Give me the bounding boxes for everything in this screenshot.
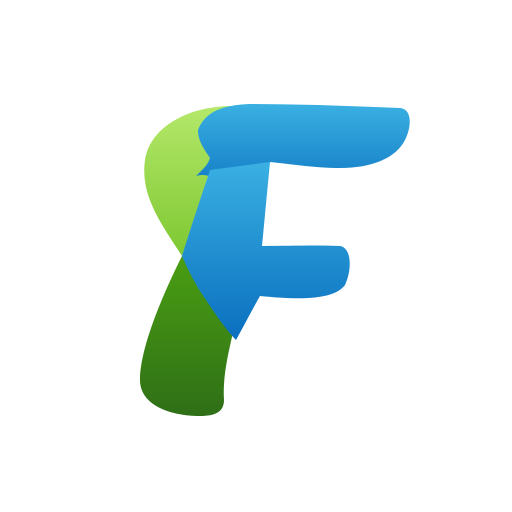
letter-f-logo-icon: [140, 104, 410, 416]
app-icon-canvas: [0, 0, 512, 512]
